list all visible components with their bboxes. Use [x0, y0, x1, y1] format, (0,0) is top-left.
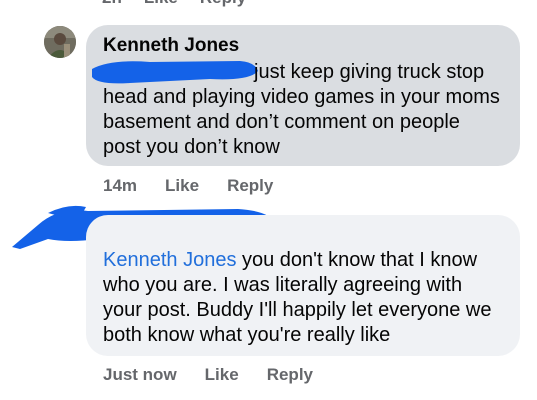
avatar-image [44, 26, 76, 58]
comment-line: just keep giving truck stop [254, 61, 485, 83]
previous-comment-actions: 2h Like Reply [102, 0, 246, 8]
previous-reply-button[interactable]: Reply [200, 0, 246, 8]
comment-line: who you are. I was literally agreeing wi… [103, 274, 463, 296]
comment-line: post you don’t know [103, 136, 280, 158]
comment-line: head and playing video games in your mom… [103, 86, 500, 108]
comment-text: Kenneth Jones you don't know that I know… [103, 248, 508, 348]
reply-button[interactable]: Reply [227, 176, 273, 196]
like-button[interactable]: Like [165, 176, 199, 196]
mention-link[interactable]: Kenneth Jones [103, 249, 236, 271]
comment-time: Just now [103, 365, 177, 384]
previous-like-button[interactable]: Like [144, 0, 178, 8]
comment-actions: 14m Like Reply [103, 176, 301, 196]
reply-button[interactable]: Reply [267, 365, 313, 385]
comment-line: both know what you're really like [103, 324, 391, 346]
like-button[interactable]: Like [205, 365, 239, 385]
comment-line-text: you don't know that I know [236, 249, 478, 271]
comment-text: just keep giving truck stop head and pla… [103, 60, 508, 160]
comment-author[interactable]: Kenneth Jones [103, 35, 239, 57]
comment-line: Kenneth Jones you don't know that I know [103, 248, 508, 273]
avatar[interactable] [44, 26, 76, 58]
previous-time: 2h [102, 0, 122, 8]
comment-actions: Just now Like Reply [103, 365, 341, 385]
comment-line: basement and don’t comment on people [103, 111, 460, 133]
comment-line: your post. Buddy I'll happily let everyo… [103, 299, 492, 321]
comment-time: 14m [103, 176, 138, 195]
